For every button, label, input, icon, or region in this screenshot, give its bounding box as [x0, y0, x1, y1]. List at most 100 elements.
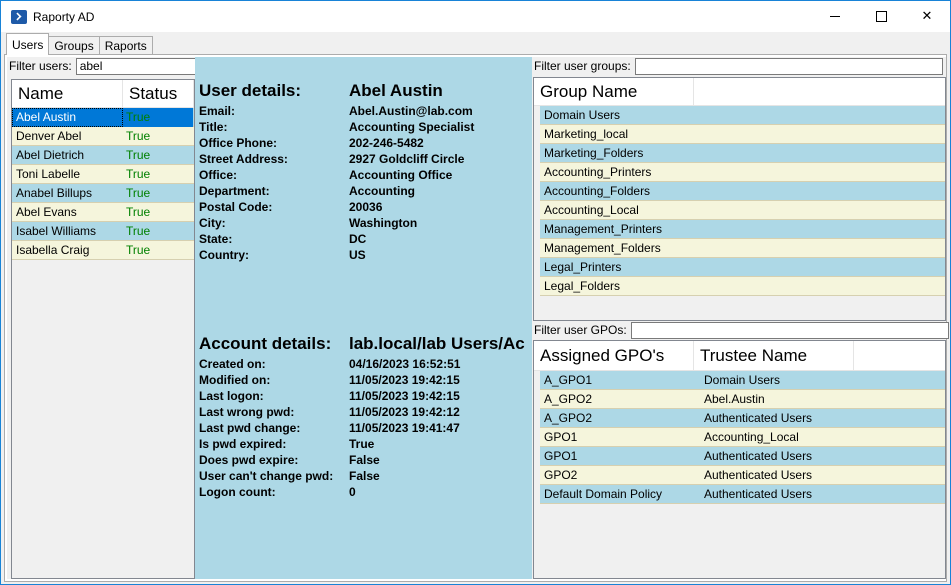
detail-row: Street Address: 2927 Goldcliff Circle [199, 152, 464, 168]
group-rows: Domain Users Marketing_local Marketing_Fol… [534, 106, 945, 296]
gpo-name-cell: A_GPO2 [544, 411, 593, 425]
group-row[interactable]: Marketing_local [540, 125, 945, 144]
detail-value: 20036 [349, 200, 383, 214]
detail-row: Modified on: 11/05/2023 19:42:15 [199, 373, 460, 389]
account-details-heading: Account details: [199, 334, 332, 353]
close-button[interactable]: ✕ [904, 1, 950, 32]
user-status-cell: True [126, 167, 151, 181]
detail-label: City: [199, 216, 226, 230]
detail-label: Department: [199, 184, 270, 198]
user-row[interactable]: Isabel Williams True [12, 222, 194, 241]
detail-row: Last wrong pwd: 11/05/2023 19:42:12 [199, 405, 460, 421]
gpo-row[interactable]: GPO1 Accounting_Local [540, 428, 945, 447]
group-name-cell: Domain Users [544, 108, 621, 122]
column-header-name[interactable]: Name [12, 80, 123, 108]
detail-row: Email: Abel.Austin@lab.com [199, 104, 473, 120]
detail-value: Washington [349, 216, 418, 230]
user-status-cell: True [126, 186, 151, 200]
users-list[interactable]: Name Status Abel Austin True Denver Abel Tr… [11, 79, 195, 579]
gpo-name-cell: GPO1 [544, 430, 578, 444]
user-name-cell: Isabella Craig [16, 243, 90, 257]
group-name-cell: Legal_Folders [544, 279, 621, 293]
detail-row: Last logon: 11/05/2023 19:42:15 [199, 389, 460, 405]
user-row[interactable]: Isabella Craig True [12, 241, 194, 260]
detail-value: 202-246-5482 [349, 136, 424, 150]
maximize-button[interactable] [858, 1, 904, 32]
groups-list-header: Group Name [534, 78, 945, 106]
column-header-group-name[interactable]: Group Name [534, 78, 694, 106]
window-title: Raporty AD [33, 9, 95, 24]
filter-groups-input[interactable] [634, 57, 943, 75]
column-header-status[interactable]: Status [123, 80, 194, 108]
detail-row: Is pwd expired: True [199, 437, 374, 453]
group-row[interactable]: Legal_Printers [540, 258, 945, 277]
group-row[interactable]: Legal_Folders [540, 277, 945, 296]
filter-gpo-input[interactable] [630, 321, 949, 339]
detail-row: Office: Accounting Office [199, 168, 452, 184]
user-row[interactable]: Abel Evans True [12, 203, 194, 222]
users-rows: Abel Austin True Denver Abel True Abel Dietr… [12, 107, 194, 260]
gpo-row[interactable]: A_GPO2 Authenticated Users [540, 409, 945, 428]
filter-users-input[interactable] [75, 57, 196, 75]
user-row[interactable]: Abel Austin True [12, 107, 194, 127]
group-row[interactable]: Management_Printers [540, 220, 945, 239]
column-header-assigned-gpo[interactable]: Assigned GPO's [534, 341, 694, 371]
group-row[interactable]: Domain Users [540, 106, 945, 125]
group-row[interactable]: Management_Folders [540, 239, 945, 258]
detail-row: Created on: 04/16/2023 16:52:51 [199, 357, 460, 373]
user-details-heading: User details: [199, 81, 302, 100]
details-pane: User details: Abel Austin Email: Abel.Aus… [195, 57, 532, 579]
window-controls: ✕ [812, 1, 950, 32]
trustee-name-cell: Authenticated Users [704, 449, 813, 463]
detail-label: Last logon: [199, 389, 264, 403]
group-row[interactable]: Accounting_Printers [540, 163, 945, 182]
detail-label: Title: [199, 120, 228, 134]
detail-row: Title: Accounting Specialist [199, 120, 474, 136]
tab-groups[interactable]: Groups [48, 36, 100, 55]
detail-label: Street Address: [199, 152, 288, 166]
group-name-cell: Legal_Printers [544, 260, 622, 274]
minimize-button[interactable] [812, 1, 858, 32]
powershell-icon [11, 9, 27, 24]
gpo-row[interactable]: GPO2 Authenticated Users [540, 466, 945, 485]
user-details-name: Abel Austin [349, 81, 443, 100]
gpo-row[interactable]: Default Domain Policy Authenticated Users [540, 485, 945, 504]
user-row[interactable]: Abel Dietrich True [12, 146, 194, 165]
gpo-name-cell: A_GPO1 [544, 373, 593, 387]
group-row[interactable]: Marketing_Folders [540, 144, 945, 163]
tab-raports[interactable]: Raports [98, 36, 153, 55]
detail-value: 11/05/2023 19:42:15 [349, 373, 460, 387]
user-row[interactable]: Denver Abel True [12, 127, 194, 146]
detail-label: Office Phone: [199, 136, 278, 150]
groups-list[interactable]: Group Name Domain Users Marketing_local Ma… [533, 77, 946, 321]
column-header-trustee-name[interactable]: Trustee Name [694, 341, 854, 371]
detail-label: Modified on: [199, 373, 271, 387]
detail-value: False [349, 469, 380, 483]
detail-label: Is pwd expired: [199, 437, 287, 451]
detail-value: 04/16/2023 16:52:51 [349, 357, 461, 371]
group-row[interactable]: Accounting_Local [540, 201, 945, 220]
user-name-cell: Denver Abel [16, 129, 82, 143]
detail-row: State: DC [199, 232, 366, 248]
gpo-name-cell: A_GPO2 [544, 392, 593, 406]
user-status-cell: True [126, 129, 151, 143]
group-name-cell: Accounting_Folders [544, 184, 651, 198]
tab-users[interactable]: Users [6, 33, 50, 55]
gpo-list[interactable]: Assigned GPO's Trustee Name A_GPO1 Domain… [533, 340, 946, 579]
gpo-row[interactable]: A_GPO2 Abel.Austin [540, 390, 945, 409]
user-status-cell: True [126, 243, 151, 257]
gpo-row[interactable]: GPO1 Authenticated Users [540, 447, 945, 466]
trustee-name-cell: Abel.Austin [704, 392, 765, 406]
gpo-row[interactable]: A_GPO1 Domain Users [540, 371, 945, 390]
detail-label: Country: [199, 248, 249, 262]
group-row[interactable]: Accounting_Folders [540, 182, 945, 201]
detail-label: Logon count: [199, 485, 276, 499]
user-row[interactable]: Toni Labelle True [12, 165, 194, 184]
user-row[interactable]: Anabel Billups True [12, 184, 194, 203]
gpo-list-header: Assigned GPO's Trustee Name [534, 341, 945, 371]
detail-label: Email: [199, 104, 236, 118]
group-name-cell: Management_Folders [544, 241, 661, 255]
detail-label: Last pwd change: [199, 421, 301, 435]
detail-label: User can't change pwd: [199, 469, 334, 483]
title-bar[interactable]: Raporty AD ✕ [1, 1, 950, 32]
